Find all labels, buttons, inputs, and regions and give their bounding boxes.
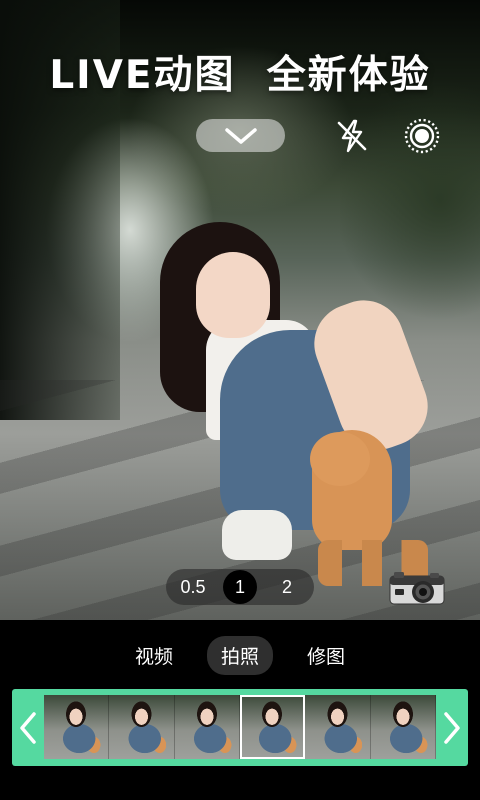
chevron-down-icon [224, 127, 257, 144]
live-filmstrip [12, 689, 468, 766]
collapse-button[interactable] [196, 119, 285, 152]
flash-off-button[interactable] [334, 118, 370, 154]
camera-style-button[interactable] [388, 570, 446, 606]
zoom-option-2[interactable]: 2 [266, 572, 308, 602]
filmstrip-frame-current[interactable] [239, 695, 306, 759]
live-photo-button[interactable] [403, 117, 441, 155]
subject-face [196, 252, 270, 338]
zoom-option-1[interactable]: 1 [223, 570, 257, 604]
filmstrip-frame[interactable] [44, 695, 110, 759]
tab-photo[interactable]: 拍照 [206, 635, 273, 675]
filmstrip-frame[interactable] [305, 695, 371, 759]
zoom-selector: 0.5 1 2 [166, 569, 314, 605]
camera-icon [389, 572, 445, 605]
flash-off-icon [337, 119, 367, 153]
filmstrip-frame[interactable] [370, 695, 436, 759]
cat-head [310, 432, 370, 486]
subject-shoe [222, 510, 292, 560]
live-photo-icon [404, 118, 440, 154]
chevron-right-icon [444, 711, 460, 744]
promo-headline: LIVE动图 全新体验 [49, 53, 431, 98]
mode-tab-bar: 视频 拍照 修图 [0, 620, 480, 690]
filmstrip-prev-button[interactable] [12, 689, 44, 766]
tab-edit[interactable]: 修图 [293, 636, 359, 675]
filmstrip-frames[interactable] [44, 695, 436, 759]
tab-video[interactable]: 视频 [121, 636, 187, 675]
zoom-option-0-5[interactable]: 0.5 [172, 572, 214, 602]
chevron-left-icon [20, 711, 36, 744]
filmstrip-next-button[interactable] [436, 689, 468, 766]
filmstrip-frame[interactable] [109, 695, 175, 759]
filmstrip-frame[interactable] [174, 695, 240, 759]
